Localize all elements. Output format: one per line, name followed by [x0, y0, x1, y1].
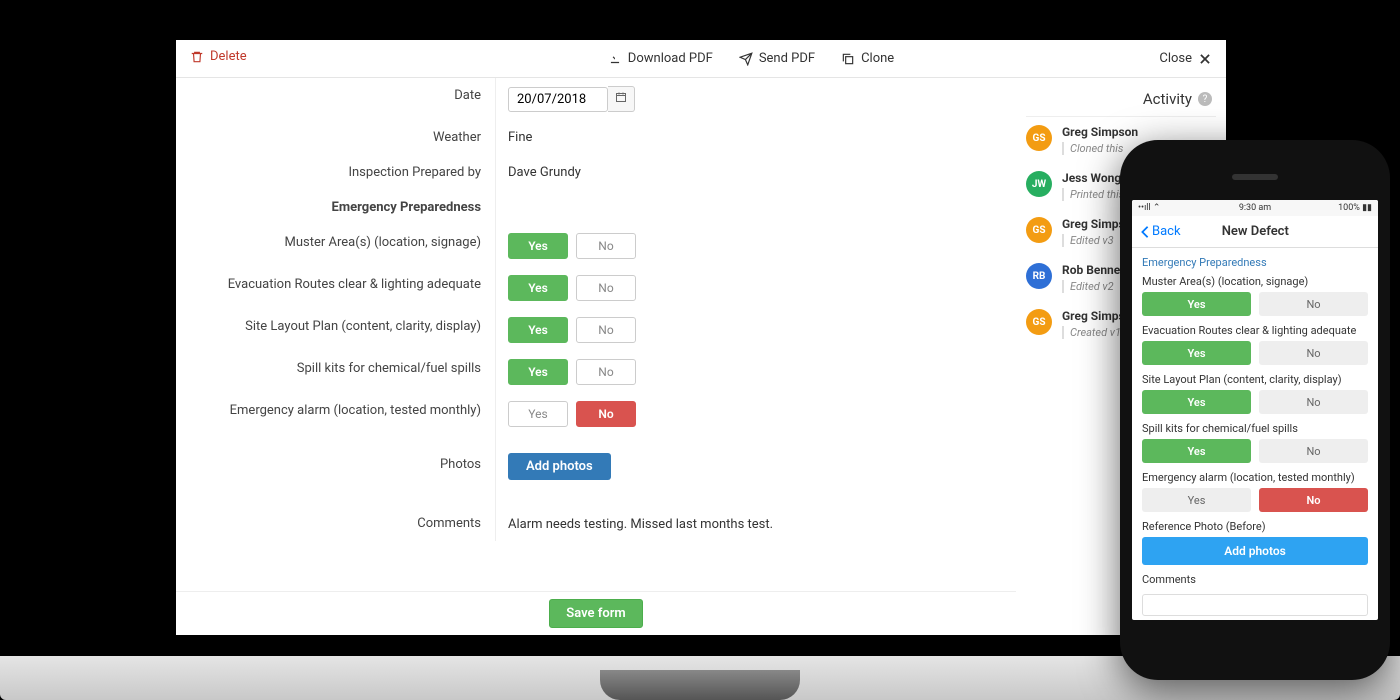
phone-body: Emergency Preparedness Muster Area(s) (l…: [1132, 248, 1378, 620]
weather-label: Weather: [176, 120, 496, 155]
prepared-by-value: Dave Grundy: [496, 155, 1016, 190]
footer: Save form: [176, 591, 1016, 635]
q3-yes[interactable]: Yes: [508, 317, 568, 343]
ph-q3-no[interactable]: No: [1259, 390, 1368, 414]
comments-label: Comments: [176, 488, 496, 541]
ph-q4-no[interactable]: No: [1259, 439, 1368, 463]
send-pdf-label: Send PDF: [759, 51, 815, 66]
q4-no[interactable]: No: [576, 359, 636, 385]
close-icon: [1198, 52, 1212, 66]
activity-action: Printed this: [1062, 188, 1124, 201]
phone-section: Emergency Preparedness: [1142, 256, 1368, 269]
activity-action: Cloned this: [1062, 142, 1138, 155]
date-label: Date: [176, 78, 496, 120]
ph-ref-photo-label: Reference Photo (Before): [1142, 520, 1368, 533]
nav-bar: Back New Defect: [1132, 216, 1378, 248]
app-window: Delete Download PDF Send PDF Clone Close: [176, 40, 1226, 635]
ph-q4-yes[interactable]: Yes: [1142, 439, 1251, 463]
q3-no[interactable]: No: [576, 317, 636, 343]
ph-q5-no[interactable]: No: [1259, 488, 1368, 512]
ph-comments-input[interactable]: [1142, 594, 1368, 616]
calendar-button[interactable]: [608, 86, 635, 112]
toolbar: Delete Download PDF Send PDF Clone Close: [176, 40, 1226, 78]
ph-q1-label: Muster Area(s) (location, signage): [1142, 275, 1368, 288]
avatar: GS: [1026, 125, 1052, 151]
download-pdf-button[interactable]: Download PDF: [608, 51, 713, 66]
close-label: Close: [1159, 51, 1192, 66]
activity-action: Edited v2: [1062, 280, 1128, 293]
ph-q1-yes[interactable]: Yes: [1142, 292, 1251, 316]
weather-value: Fine: [496, 120, 1016, 155]
q2-no[interactable]: No: [576, 275, 636, 301]
add-photos-button[interactable]: Add photos: [508, 453, 611, 480]
ph-q2-label: Evacuation Routes clear & lighting adequ…: [1142, 324, 1368, 337]
phone-earpiece: [1232, 174, 1278, 180]
ph-q2-no[interactable]: No: [1259, 341, 1368, 365]
ph-q5-label: Emergency alarm (location, tested monthl…: [1142, 471, 1368, 484]
prepared-by-label: Inspection Prepared by: [176, 155, 496, 190]
help-icon[interactable]: ?: [1198, 92, 1212, 106]
calendar-icon: [615, 91, 627, 103]
q1-yes[interactable]: Yes: [508, 233, 568, 259]
ph-q5-yes[interactable]: Yes: [1142, 488, 1251, 512]
signal-icon: ••ıll ⌃: [1138, 203, 1239, 213]
ph-q3-yes[interactable]: Yes: [1142, 390, 1251, 414]
q5-no[interactable]: No: [576, 401, 636, 427]
ph-q3-label: Site Layout Plan (content, clarity, disp…: [1142, 373, 1368, 386]
q3-label: Site Layout Plan (content, clarity, disp…: [176, 309, 496, 351]
save-form-button[interactable]: Save form: [549, 599, 642, 628]
q4-yes[interactable]: Yes: [508, 359, 568, 385]
status-battery: 100%: [1338, 203, 1360, 213]
download-icon: [608, 52, 622, 66]
avatar: GS: [1026, 217, 1052, 243]
avatar: RB: [1026, 263, 1052, 289]
q1-no[interactable]: No: [576, 233, 636, 259]
phone-title: New Defect: [1141, 224, 1370, 239]
close-button[interactable]: Close: [1159, 51, 1212, 66]
ph-comments-label: Comments: [1142, 573, 1368, 586]
activity-name: Greg Simpson: [1062, 125, 1138, 139]
clone-icon: [841, 52, 855, 66]
status-bar: ••ıll ⌃ 9:30 am 100% ▮▮: [1132, 200, 1378, 216]
delete-button[interactable]: Delete: [190, 49, 247, 64]
photos-label: Photos: [176, 435, 496, 488]
form-area: Date Weather Fine Inspection Prepared by…: [176, 78, 1016, 541]
q5-yes[interactable]: Yes: [508, 401, 568, 427]
clone-button[interactable]: Clone: [841, 51, 894, 66]
phone-screen: ••ıll ⌃ 9:30 am 100% ▮▮ Back New Defect …: [1132, 200, 1378, 620]
q2-yes[interactable]: Yes: [508, 275, 568, 301]
q2-label: Evacuation Routes clear & lighting adequ…: [176, 267, 496, 309]
date-input[interactable]: [508, 87, 608, 112]
trash-icon: [190, 50, 204, 64]
avatar: JW: [1026, 171, 1052, 197]
send-icon: [739, 52, 753, 66]
phone-frame: ••ıll ⌃ 9:30 am 100% ▮▮ Back New Defect …: [1120, 140, 1390, 680]
ph-q2-yes[interactable]: Yes: [1142, 341, 1251, 365]
activity-heading: Activity ?: [1026, 88, 1216, 117]
q1-label: Muster Area(s) (location, signage): [176, 225, 496, 267]
ph-add-photos-button[interactable]: Add photos: [1142, 537, 1368, 565]
section-heading: Emergency Preparedness: [176, 190, 496, 225]
monitor-foot: [600, 670, 800, 700]
delete-label: Delete: [210, 49, 247, 64]
status-time: 9:30 am: [1239, 203, 1271, 213]
download-pdf-label: Download PDF: [628, 51, 713, 66]
ph-q4-label: Spill kits for chemical/fuel spills: [1142, 422, 1368, 435]
activity-title: Activity: [1143, 90, 1192, 108]
q4-label: Spill kits for chemical/fuel spills: [176, 351, 496, 393]
activity-name: Rob Bennett: [1062, 263, 1128, 277]
ph-q1-no[interactable]: No: [1259, 292, 1368, 316]
body: Date Weather Fine Inspection Prepared by…: [176, 78, 1226, 635]
comments-value: Alarm needs testing. Missed last months …: [496, 488, 1016, 541]
clone-label: Clone: [861, 51, 894, 66]
q5-label: Emergency alarm (location, tested monthl…: [176, 393, 496, 435]
activity-name: Jess Wong: [1062, 171, 1124, 185]
send-pdf-button[interactable]: Send PDF: [739, 51, 815, 66]
avatar: GS: [1026, 309, 1052, 335]
